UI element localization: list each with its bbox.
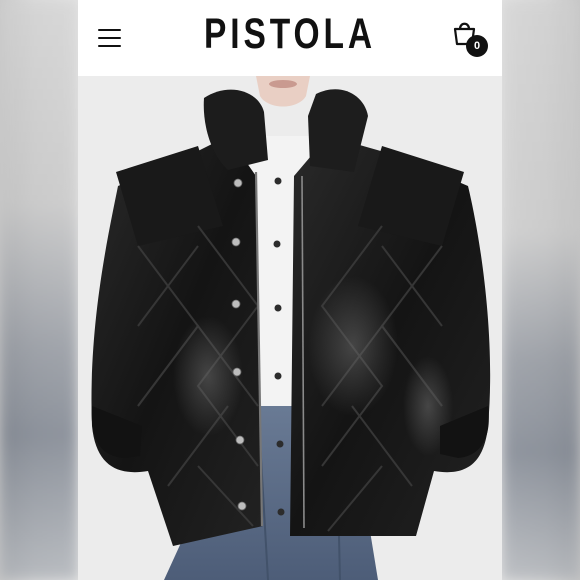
hamburger-menu-icon[interactable] bbox=[96, 26, 124, 50]
cart-button[interactable]: 0 bbox=[450, 18, 490, 58]
blurred-background-right bbox=[502, 0, 580, 580]
mobile-screen: PISTOLA 0 bbox=[78, 0, 502, 580]
cart-count-badge: 0 bbox=[466, 35, 488, 57]
product-photo bbox=[78, 76, 502, 580]
blurred-background-left bbox=[0, 0, 78, 580]
brand-logo[interactable]: PISTOLA bbox=[125, 10, 456, 59]
site-header: PISTOLA 0 bbox=[78, 0, 502, 76]
